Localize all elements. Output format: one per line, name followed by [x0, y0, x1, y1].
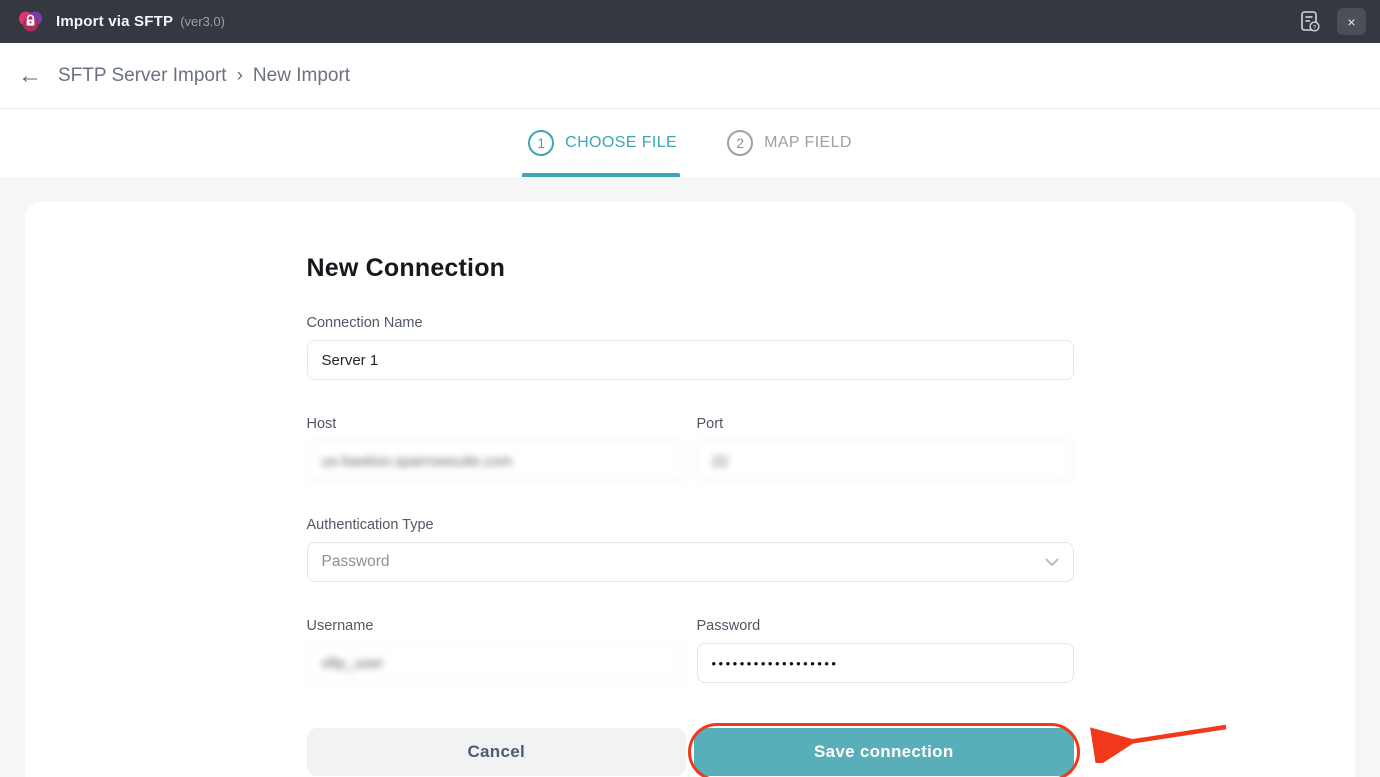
- connection-name-input[interactable]: [306, 340, 1074, 380]
- titlebar: Import via SFTP (ver3.0) ? ×: [0, 0, 1380, 43]
- auth-type-group: Authentication Type Password: [306, 517, 1074, 582]
- cancel-button[interactable]: Cancel: [306, 728, 686, 776]
- app-version: (ver3.0): [180, 14, 225, 29]
- port-input[interactable]: [696, 441, 1074, 481]
- save-connection-button[interactable]: Save connection: [694, 728, 1074, 776]
- step-1-label: CHOOSE FILE: [565, 134, 678, 151]
- app-title: Import via SFTP: [56, 13, 174, 30]
- auth-type-select[interactable]: Password: [306, 542, 1074, 582]
- close-button[interactable]: ×: [1337, 8, 1366, 35]
- username-label: Username: [306, 618, 374, 634]
- step-map-field[interactable]: 2 MAP FIELD: [727, 109, 852, 177]
- breadcrumb: SFTP Server Import › New Import: [58, 65, 350, 87]
- form-buttons: Cancel Save connection: [306, 723, 1226, 777]
- app-logo-icon: [19, 11, 42, 32]
- password-group: Password: [696, 618, 1074, 683]
- connection-name-label: Connection Name: [306, 315, 423, 331]
- back-arrow-icon[interactable]: ←: [18, 63, 52, 88]
- password-label: Password: [696, 618, 761, 634]
- connection-card: New Connection Connection Name Host Port…: [25, 202, 1355, 777]
- port-label: Port: [696, 416, 724, 432]
- document-help-icon[interactable]: ?: [1299, 10, 1321, 34]
- breadcrumb-separator: ›: [236, 64, 243, 86]
- step-choose-file[interactable]: 1 CHOOSE FILE: [522, 109, 681, 177]
- step-1-number: 1: [528, 130, 555, 156]
- host-label: Host: [306, 416, 337, 432]
- breadcrumb-current: New Import: [252, 64, 351, 86]
- username-group: Username: [306, 618, 684, 683]
- step-2-label: MAP FIELD: [764, 134, 852, 151]
- breadcrumb-parent[interactable]: SFTP Server Import: [58, 65, 227, 87]
- main-area: New Connection Connection Name Host Port…: [0, 202, 1380, 777]
- close-icon: ×: [1347, 13, 1356, 30]
- host-group: Host: [306, 416, 684, 481]
- red-highlight-arrow-icon: [1089, 724, 1226, 763]
- svg-text:?: ?: [1313, 24, 1317, 31]
- page-title: New Connection: [306, 254, 506, 282]
- port-group: Port: [696, 416, 1074, 481]
- auth-type-label: Authentication Type: [306, 517, 434, 533]
- auth-type-value: Password: [321, 553, 390, 570]
- password-input[interactable]: [696, 643, 1074, 683]
- username-input[interactable]: [306, 643, 684, 683]
- wizard-steps: 1 CHOOSE FILE 2 MAP FIELD: [0, 109, 1380, 177]
- chevron-down-icon: [1045, 558, 1058, 566]
- step-2-number: 2: [727, 130, 754, 156]
- connection-name-group: Connection Name: [306, 315, 1074, 380]
- breadcrumb-bar: ← SFTP Server Import › New Import: [0, 43, 1380, 109]
- host-input[interactable]: [306, 441, 684, 481]
